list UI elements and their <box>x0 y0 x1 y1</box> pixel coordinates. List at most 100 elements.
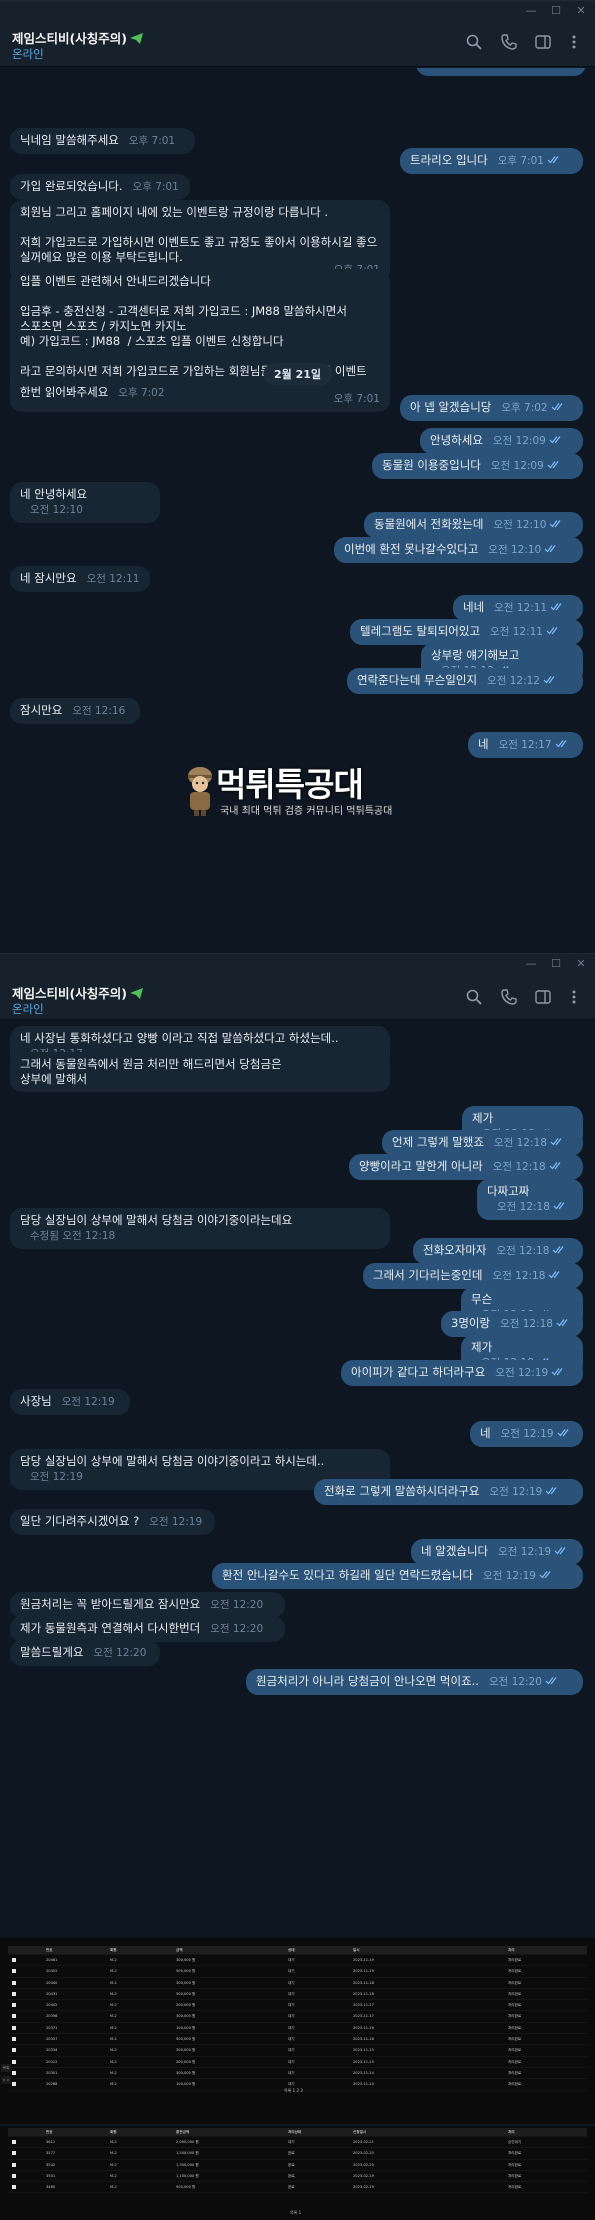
phone-icon[interactable] <box>500 33 518 51</box>
outgoing-message[interactable]: 트라리오 입니다 오후 7:01 <box>400 148 583 174</box>
outgoing-message[interactable]: 아 넵 알겠습니당 오후 7:02 <box>400 395 583 421</box>
incoming-message[interactable]: 사장님 오전 12:19 <box>10 1389 130 1415</box>
minimize-icon[interactable]: — <box>520 956 542 972</box>
incoming-message[interactable]: 잠시만요 오전 12:16 <box>10 698 140 724</box>
chat-title[interactable]: 제임스티비(사칭주의) <box>12 983 143 1002</box>
message-text: 전화로 그렇게 말씀하시더라구요 <box>324 1484 480 1498</box>
incoming-message[interactable]: 네 잠시만요 오전 12:11 <box>10 566 150 592</box>
table-row[interactable]: 20431 M-2 500,000 원 대기 2023-11-18 처리완료 <box>8 1989 587 2001</box>
incoming-message[interactable]: 네 안녕하세요오전 12:10 <box>10 482 160 523</box>
outgoing-message[interactable]: 환전 안나갈수도 있다고 하길래 일단 연락드렸습니다 오전 12:19 <box>212 1563 583 1589</box>
outgoing-message[interactable]: 네 오전 12:19 <box>470 1421 583 1447</box>
incoming-message[interactable]: 가입 완료되었습니다. 오후 7:01 <box>10 174 190 200</box>
table-row[interactable]: 3577 M-2 1,500,000 원 완료 2023-02-20 처리완료 <box>8 2148 587 2160</box>
row-checkbox[interactable] <box>12 2151 16 2156</box>
row-checkbox[interactable] <box>12 2173 16 2178</box>
outgoing-message[interactable]: 전화오자마자 오전 12:18 <box>413 1238 583 1264</box>
phone-icon[interactable] <box>500 988 518 1006</box>
row-checkbox[interactable] <box>12 1991 16 1996</box>
outgoing-message[interactable]: 가입했습니다 오후 7:01 <box>416 68 586 76</box>
table-row[interactable]: 20452 M-2 500,000 원 대기 2023-11-19 처리완료 <box>8 1966 587 1978</box>
table-row[interactable]: 20334 M-2 300,000 원 대기 2023-11-15 처리완료 <box>8 2045 587 2057</box>
outgoing-message[interactable]: 3명이랑 오전 12:18 <box>441 1311 583 1337</box>
incoming-message[interactable]: 말씀드릴게요 오전 12:20 <box>10 1640 160 1666</box>
sidebar-toggle-icon[interactable] <box>534 33 552 51</box>
table-cell: 500,000 원 <box>176 1991 196 1996</box>
close-icon[interactable]: ✕ <box>570 956 592 972</box>
table-cell: 처리완료 <box>508 2014 522 2019</box>
incoming-message[interactable]: 제가 동물원측과 연결해서 다시한번더 오전 12:20 <box>10 1616 285 1642</box>
outgoing-message[interactable]: 동물원에서 전화왔는데 오전 12:10 <box>364 512 583 538</box>
more-menu-icon[interactable] <box>565 33 583 51</box>
table-cell: 처리완료 <box>508 2185 522 2190</box>
side-button-nav[interactable]: < > <box>1 2076 11 2084</box>
row-checkbox[interactable] <box>12 2185 16 2190</box>
outgoing-message[interactable]: 동물원 이용중입니다 오전 12:09 <box>372 453 583 479</box>
row-checkbox[interactable] <box>12 1958 16 1962</box>
table-row[interactable]: 20461 M-2 300,000 원 대기 2023-11-19 처리완료 <box>8 1955 587 1967</box>
outgoing-message[interactable]: 연락준다는데 무슨일인지 오전 12:12 <box>347 668 583 694</box>
table-row[interactable]: 20440 M-2 300,000 원 대기 2023-11-18 처리완료 <box>8 1978 587 1989</box>
table-cell: 대기 <box>288 2048 295 2053</box>
row-checkbox[interactable] <box>12 2140 16 2144</box>
row-checkbox[interactable] <box>12 2037 16 2042</box>
row-checkbox[interactable] <box>12 2014 16 2019</box>
table-row[interactable]: 3611 M-2 2,000,000 원 대기 2023-02-21 승인대기 <box>8 2137 587 2149</box>
table-row[interactable]: 20312 M-2 200,000 원 대기 2023-11-15 처리완료 <box>8 2057 587 2068</box>
outgoing-message[interactable]: 안녕하세요 오전 12:09 <box>420 428 583 454</box>
outgoing-message[interactable]: 아이피가 같다고 하더라구요 오전 12:19 <box>341 1360 583 1386</box>
outgoing-message[interactable]: 텔레그램도 탈퇴되어있고 오전 12:11 <box>350 619 583 645</box>
row-checkbox[interactable] <box>12 1969 16 1974</box>
table-cell: 20288 <box>46 2082 58 2087</box>
outgoing-message[interactable]: 양빵이라고 말한게 아니라 오전 12:18 <box>349 1154 583 1180</box>
maximize-icon[interactable]: ☐ <box>545 956 567 972</box>
maximize-icon[interactable]: ☐ <box>545 3 567 19</box>
table-row[interactable]: 20357 M-2 500,000 원 대기 2023-11-16 처리완료 <box>8 2034 587 2046</box>
outgoing-message[interactable]: 네 알겠습니다 오전 12:19 <box>411 1539 583 1565</box>
outgoing-message[interactable]: 언제 그렇게 말했죠 오전 12:18 <box>382 1130 583 1156</box>
table-cell: 대기 <box>288 1958 295 1962</box>
row-checkbox[interactable] <box>12 2003 16 2008</box>
table-row[interactable]: 20402 M-2 200,000 원 대기 2023-11-17 처리완료 <box>8 2000 587 2012</box>
row-checkbox[interactable] <box>12 2162 16 2167</box>
incoming-message[interactable]: 담당 실장님이 상부에 말해서 당첨금 이야기중이라는데요수정됨 오전 12:1… <box>10 1208 390 1249</box>
search-icon[interactable] <box>465 33 483 51</box>
row-checkbox[interactable] <box>12 2070 16 2075</box>
message-list[interactable]: 네 사장님 통화하셨다고 양빵 이라고 직접 말씀하셨다고 하셨는데.. 오전 1… <box>0 1021 595 1938</box>
row-checkbox[interactable] <box>12 2025 16 2030</box>
outgoing-message[interactable]: 네네 오전 12:11 <box>453 595 583 621</box>
table-row[interactable]: 3460 M-2 900,000 원 완료 2023-02-19 처리완료 <box>8 2182 587 2194</box>
incoming-message[interactable]: 그래서 동물원측에서 원금 처리만 해드리면서 당첨금은 상부에 말해서 <box>10 1052 390 1092</box>
incoming-message[interactable]: 한번 읽어봐주세요 오후 7:02 <box>10 380 180 406</box>
table-row[interactable]: 3501 M-2 1,100,000 원 완료 2023-02-19 처리완료 <box>8 2171 587 2183</box>
close-icon[interactable]: ✕ <box>570 3 592 19</box>
minimize-icon[interactable]: — <box>520 3 542 19</box>
row-checkbox[interactable] <box>12 2048 16 2053</box>
table-row[interactable]: 20398 M-2 300,000 원 대기 2023-11-17 처리완료 <box>8 2011 587 2023</box>
outgoing-message[interactable]: 네 오전 12:17 <box>468 732 583 758</box>
table-row[interactable]: 3542 M-2 1,300,000 원 완료 2023-02-20 처리완료 <box>8 2160 587 2171</box>
incoming-message[interactable]: 일단 기다려주시겠어요 ? 오전 12:19 <box>10 1509 215 1535</box>
incoming-message[interactable]: 닉네임 말씀해주세요 오후 7:01 <box>10 128 195 154</box>
table-cell: 2,000,000 원 <box>176 2140 199 2144</box>
chat-title[interactable]: 제임스티비(사칭주의) <box>12 28 143 47</box>
outgoing-message[interactable]: 전화로 그렇게 말씀하시더라구요 오전 12:19 <box>314 1479 583 1505</box>
table-row[interactable]: 20301 M-2 300,000 원 대기 2023-11-14 처리완료 <box>8 2068 587 2080</box>
incoming-message[interactable]: 원금처리는 꼭 받아드릴게요 잠시만요 오전 12:20 <box>10 1592 285 1618</box>
more-menu-icon[interactable] <box>565 988 583 1006</box>
pagination[interactable]: 목록 1 2 3 <box>284 2088 303 2094</box>
search-icon[interactable] <box>465 988 483 1006</box>
outgoing-message[interactable]: 이번에 환전 못나갈수있다고 오전 12:10 <box>334 537 583 563</box>
row-checkbox[interactable] <box>12 2059 16 2064</box>
row-checkbox[interactable] <box>12 1980 16 1985</box>
outgoing-message[interactable]: 그래서 기다리는중인데 오전 12:18 <box>363 1263 583 1289</box>
side-button-list[interactable]: 목록 <box>1 2064 11 2072</box>
table-cell: 200,000 원 <box>176 2059 196 2064</box>
message-text: 한번 읽어봐주세요 <box>20 385 109 399</box>
table-row[interactable]: 20371 M-2 100,000 원 대기 2023-11-16 처리완료 <box>8 2023 587 2035</box>
pagination[interactable]: 목록 1 <box>290 2210 301 2216</box>
outgoing-message[interactable]: 다짜고짜오전 12:18 <box>477 1179 583 1220</box>
outgoing-message[interactable]: 원금처리가 아니라 당첨금이 안나오면 먹이죠.. 오전 12:20 <box>246 1669 583 1695</box>
sidebar-toggle-icon[interactable] <box>534 988 552 1006</box>
row-checkbox[interactable] <box>12 2082 16 2087</box>
